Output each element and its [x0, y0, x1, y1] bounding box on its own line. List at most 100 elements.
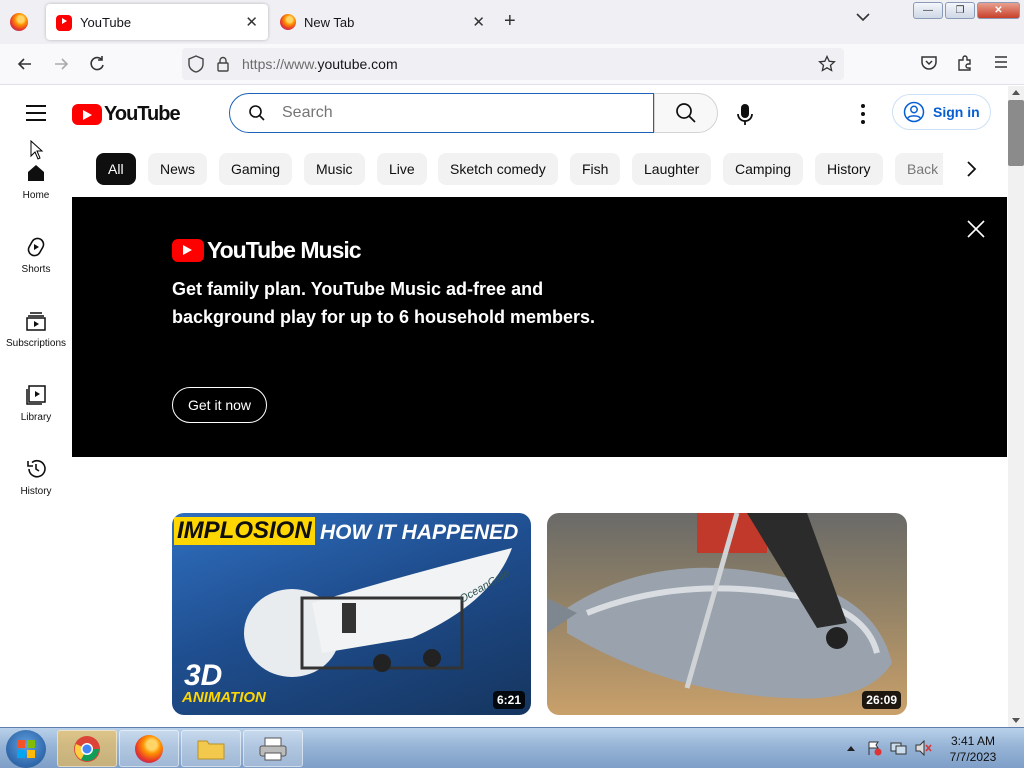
guide-menu-button[interactable]	[26, 105, 46, 121]
tray-overflow-icon[interactable]	[846, 744, 856, 752]
start-button[interactable]	[6, 730, 46, 768]
browser-tab-bar: YouTube ✕ New Tab ✕ + — ❐ ✕	[0, 0, 1024, 44]
network-icon[interactable]	[890, 740, 908, 756]
guide-item-shorts[interactable]: Shorts	[0, 236, 72, 275]
chip-camping[interactable]: Camping	[723, 153, 804, 185]
youtube-favicon-icon	[56, 15, 72, 31]
youtube-music-logo-icon	[172, 239, 204, 262]
close-icon[interactable]	[966, 219, 986, 239]
mouse-cursor-icon	[30, 140, 44, 160]
url-text: https://www.youtube.com	[242, 56, 398, 72]
submersible-illustration: OceanGate	[244, 548, 512, 677]
history-icon	[27, 459, 46, 478]
thumbnail-animation-label: ANIMATION	[182, 689, 266, 706]
firefox-menu-icon[interactable]	[10, 13, 28, 31]
chevron-right-icon[interactable]	[965, 160, 977, 178]
chip-sketch-comedy[interactable]: Sketch comedy	[438, 153, 558, 185]
maximize-button[interactable]: ❐	[945, 2, 975, 19]
chip-live[interactable]: Live	[377, 153, 427, 185]
microphone-icon[interactable]	[735, 103, 755, 127]
close-tab-icon[interactable]: ✕	[245, 13, 258, 31]
tuna-fish-illustration	[547, 513, 892, 699]
account-circle-icon	[903, 101, 925, 123]
promo-message: Get family plan. YouTube Music ad-free a…	[172, 279, 596, 327]
chip-news[interactable]: News	[148, 153, 208, 185]
tab-title: New Tab	[304, 14, 355, 30]
sign-in-button[interactable]: Sign in	[892, 94, 991, 130]
extensions-icon[interactable]	[954, 54, 976, 72]
list-tabs-chevron-icon[interactable]	[856, 12, 870, 22]
search-input[interactable]	[280, 103, 620, 123]
chip-gaming[interactable]: Gaming	[219, 153, 293, 185]
video-duration: 6:21	[492, 691, 525, 709]
chrome-icon	[74, 735, 100, 762]
pocket-icon[interactable]	[918, 54, 940, 72]
subscriptions-icon	[26, 312, 46, 331]
youtube-header: YouTube Sign in	[0, 86, 1008, 142]
guide-item-home[interactable]: Home	[0, 162, 72, 201]
tab-new-tab[interactable]: New Tab ✕	[270, 4, 495, 40]
firefox-favicon-icon	[280, 14, 296, 30]
tab-youtube[interactable]: YouTube ✕	[46, 4, 268, 40]
search-box	[229, 93, 654, 133]
taskbar-printer[interactable]	[243, 730, 303, 767]
folder-icon	[197, 740, 225, 759]
volume-muted-icon[interactable]	[914, 740, 932, 756]
windows-taskbar: 3:41 AM 7/7/2023	[0, 727, 1024, 768]
taskbar-chrome[interactable]	[57, 730, 117, 767]
address-bar[interactable]: https://www.youtube.com	[182, 48, 844, 80]
bookmark-star-icon[interactable]	[818, 55, 836, 73]
search-icon	[249, 105, 265, 121]
search-button[interactable]	[654, 93, 718, 133]
guide-item-subscriptions[interactable]: Subscriptions	[0, 310, 72, 349]
chip-music[interactable]: Music	[304, 153, 365, 185]
chip-bar: All News Gaming Music Live Sketch comedy…	[96, 153, 996, 185]
scroll-down-arrow-icon[interactable]	[1011, 717, 1021, 724]
search-icon	[676, 103, 696, 123]
home-icon	[28, 165, 44, 181]
close-tab-icon[interactable]: ✕	[472, 13, 485, 31]
new-tab-button[interactable]: +	[504, 10, 516, 33]
chip-fish[interactable]: Fish	[570, 153, 621, 185]
video-duration: 26:09	[862, 691, 901, 709]
guide-item-history[interactable]: History	[0, 458, 72, 497]
lock-icon[interactable]	[216, 56, 230, 72]
app-menu-icon[interactable]	[990, 54, 1012, 70]
thumbnail-title-highlight: IMPLOSION	[174, 517, 315, 545]
reload-icon[interactable]	[86, 54, 108, 74]
settings-more-icon[interactable]	[856, 104, 870, 124]
video-thumbnail[interactable]: IMPLOSION HOW IT HAPPENED OceanGate 3D A…	[172, 513, 531, 715]
chip-all[interactable]: All	[96, 153, 136, 185]
youtube-logo-icon	[72, 104, 102, 125]
scrollbar-thumb[interactable]	[1008, 100, 1024, 166]
chip-laughter[interactable]: Laughter	[632, 153, 712, 185]
taskbar-file-explorer[interactable]	[181, 730, 241, 767]
youtube-music-logo: YouTube Music	[172, 237, 362, 264]
action-center-flag-icon[interactable]	[866, 740, 882, 756]
windows-logo-icon	[17, 740, 35, 758]
youtube-music-promo-banner: YouTube Music Get family plan. YouTube M…	[72, 197, 1007, 457]
chip-back[interactable]: Back	[895, 153, 943, 185]
get-it-now-button[interactable]: Get it now	[172, 387, 268, 423]
shorts-icon	[27, 237, 45, 257]
chip-history[interactable]: History	[815, 153, 883, 185]
taskbar-firefox[interactable]	[119, 730, 179, 767]
page-scrollbar[interactable]	[1008, 86, 1024, 727]
window-controls: — ❐ ✕	[913, 2, 1020, 19]
printer-icon	[259, 737, 287, 760]
scroll-up-arrow-icon[interactable]	[1011, 89, 1021, 96]
youtube-logo[interactable]: YouTube	[72, 103, 181, 126]
video-thumbnail[interactable]: 26:09	[547, 513, 907, 715]
back-arrow-icon[interactable]	[14, 54, 36, 74]
system-clock[interactable]: 3:41 AM 7/7/2023	[944, 733, 1002, 765]
forward-arrow-icon[interactable]	[50, 54, 72, 74]
thumbnail-3d-label: 3D	[184, 659, 223, 692]
tab-title: YouTube	[80, 14, 132, 30]
close-window-button[interactable]: ✕	[977, 2, 1020, 19]
shield-icon[interactable]	[188, 55, 204, 73]
library-icon	[26, 385, 46, 405]
browser-nav-bar: https://www.youtube.com	[0, 44, 1024, 85]
minimize-button[interactable]: —	[913, 2, 943, 19]
thumbnail-title: HOW IT HAPPENED	[320, 521, 519, 544]
guide-item-library[interactable]: Library	[0, 384, 72, 423]
